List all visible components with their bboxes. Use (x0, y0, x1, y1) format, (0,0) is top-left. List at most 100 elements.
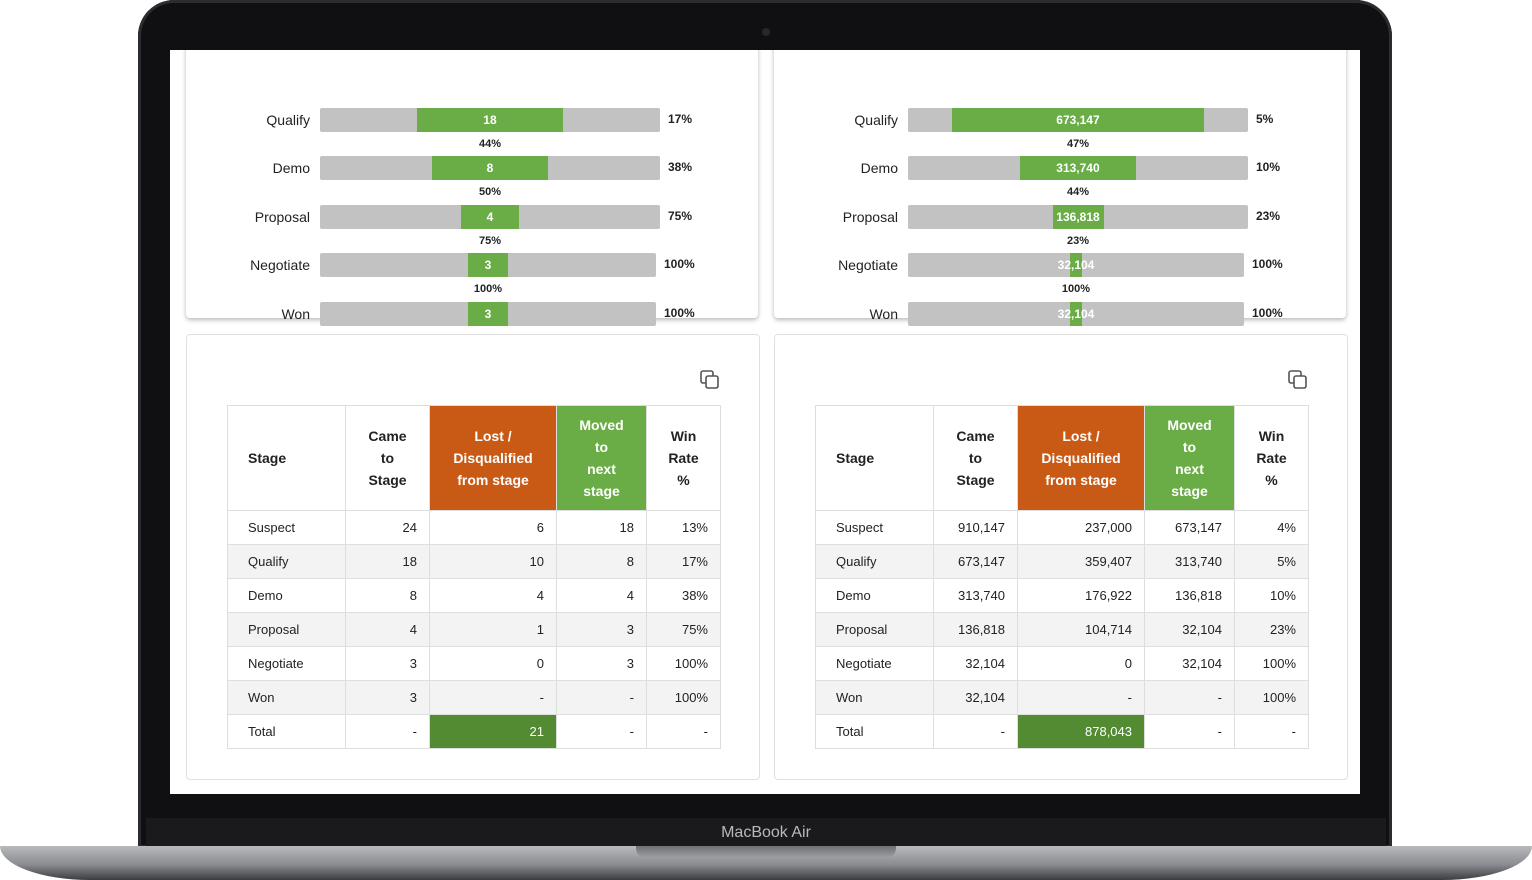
funnel-win-rate: 5% (1256, 112, 1274, 126)
table-cell-stage: Proposal (815, 612, 934, 647)
header-lost-disqualified-line: from stage (1045, 472, 1117, 488)
table-cell: 313,740 (933, 578, 1018, 613)
header-lost-disqualified-line: from stage (457, 472, 529, 488)
table-cell: - (556, 680, 647, 715)
camera-icon (762, 28, 770, 36)
table-cell: 4 (429, 578, 557, 613)
table-row: Won 3- -100% (227, 680, 721, 715)
device-label: MacBook Air (721, 824, 811, 841)
table-cell: 5% (1234, 544, 1309, 579)
table-row: Negotiate 3 0 3 100% (227, 646, 721, 681)
table-row: Won 32,104- -100% (815, 680, 1309, 715)
table-cell: 32,104 (1144, 612, 1235, 647)
funnel-stage-label: Qualify (854, 112, 898, 128)
table-row: Negotiate 32,104 0 32,104 100% (815, 646, 1309, 681)
funnel-bar[interactable]: 313,740 (1020, 156, 1136, 180)
header-came-to-stage[interactable]: Came to Stage (345, 405, 430, 511)
funnel-bar-track: 136,818 (908, 205, 1248, 229)
header-moved-to-next-stage[interactable]: Moved to next stage (556, 405, 647, 511)
funnel-win-rate: 75% (668, 209, 693, 223)
table-cell-stage: Won (227, 680, 346, 715)
header-came-to-stage-line: to (380, 450, 395, 466)
funnel-bar-track: 673,147 (908, 108, 1248, 132)
table-cell: 313,740 (1144, 544, 1235, 579)
table-cell: 100% (646, 680, 721, 715)
header-moved-to-next-stage[interactable]: Moved to next stage (1144, 405, 1235, 511)
table-cell: 8 (345, 578, 430, 613)
table-header-row: Stage Came to Stage Lost / Disqualified from s… (815, 405, 1309, 511)
copy-icon[interactable] (1287, 369, 1309, 391)
header-stage[interactable]: Stage (227, 405, 346, 511)
table-cell: 3 (556, 646, 647, 681)
table-cell: 673,147 (1144, 510, 1235, 545)
table-cell: 18 (345, 544, 430, 579)
funnel-conversion-rate: 100% (1061, 283, 1091, 295)
header-moved-to-next-stage-line: stage (1171, 483, 1208, 499)
table-cell: - (1144, 680, 1235, 715)
header-stage[interactable]: Stage (815, 405, 934, 511)
table-cell: 32,104 (933, 680, 1018, 715)
table-cell: 136,818 (1144, 578, 1235, 613)
funnel-win-rate: 17% (668, 112, 693, 126)
table-row: Proposal 136,818 104,714 32,104 23% (815, 612, 1309, 647)
header-win-rate-line: Win (1258, 428, 1285, 444)
funnel-bar[interactable]: 3 (467, 302, 509, 326)
table-cell-stage: Total (227, 714, 346, 749)
table-cell: - (646, 714, 721, 749)
funnel-table-left: Stage Came to Stage Lost / Disqualified from s… (227, 405, 721, 749)
header-lost-disqualified[interactable]: Lost / Disqualified from stage (429, 405, 557, 511)
table-cell: 10% (1234, 578, 1309, 613)
funnel-conversion-rate: 44% (1066, 186, 1090, 198)
table-cell: 878,043 (1017, 714, 1145, 749)
table-cell: 104,714 (1017, 612, 1145, 647)
table-row: Proposal 4 1 3 75% (227, 612, 721, 647)
table-cell: - (1017, 680, 1145, 715)
copy-icon[interactable] (699, 369, 721, 391)
header-win-rate-line: % (1265, 472, 1278, 488)
funnel-bar-track: 3 (320, 302, 656, 326)
header-win-rate[interactable]: Win Rate% (646, 405, 721, 511)
table-row: Suspect 24 6 18 13% (227, 510, 721, 545)
header-came-to-stage-line: Came (368, 428, 407, 444)
funnel-win-rate: 10% (1256, 160, 1281, 174)
table-cell-stage: Demo (227, 578, 346, 613)
table-cell: 0 (1017, 646, 1145, 681)
table-cell-stage: Demo (815, 578, 934, 613)
funnel-bar[interactable]: 32,104 (1058, 253, 1094, 277)
funnel-bar[interactable]: 32,104 (1058, 302, 1094, 326)
table-row: Qualify 18 10 8 17% (227, 544, 721, 579)
table-row: Qualify 673,147 359,407 313,740 5% (815, 544, 1309, 579)
funnel-bar-track: 18 (320, 108, 660, 132)
funnel-bar[interactable]: 4 (461, 205, 519, 229)
header-lost-disqualified[interactable]: Lost / Disqualified from stage (1017, 405, 1145, 511)
funnel-win-rate: 100% (1252, 306, 1283, 320)
header-lost-disqualified-line: Lost / (1062, 428, 1100, 444)
table-cell: 32,104 (933, 646, 1018, 681)
funnel-bar[interactable]: 8 (432, 156, 548, 180)
funnel-bar[interactable]: 18 (416, 108, 564, 132)
table-cell: 10 (429, 544, 557, 579)
table-cell: 4 (345, 612, 430, 647)
funnel-bar[interactable]: 3 (467, 253, 509, 277)
funnel-card-right: Qualify 673,147 5% 47% Demo 313,740 10% 44% Prop… (774, 50, 1346, 326)
funnel-bar[interactable]: 136,818 (1052, 205, 1104, 229)
funnel-card-left: Qualify 18 17% 44% Demo 8 38% 50% Proposal 4 75% 75… (186, 50, 758, 326)
funnel-bar-track: 32,104 (908, 302, 1244, 326)
table-cell: 100% (1234, 680, 1309, 715)
funnel-conversion-rate: 47% (1066, 138, 1090, 150)
table-cell: 17% (646, 544, 721, 579)
funnel-bar-track: 8 (320, 156, 660, 180)
funnel-bar[interactable]: 673,147 (952, 108, 1204, 132)
funnel-win-rate: 100% (664, 257, 695, 271)
table-cell-stage: Qualify (815, 544, 934, 579)
header-came-to-stage-line: Stage (368, 472, 407, 488)
header-came-to-stage-line: Came (956, 428, 995, 444)
header-win-rate[interactable]: Win Rate% (1234, 405, 1309, 511)
table-cell: 75% (646, 612, 721, 647)
funnel-conversion-rate: 75% (478, 235, 502, 247)
header-came-to-stage[interactable]: Came to Stage (933, 405, 1018, 511)
table-cell: 23% (1234, 612, 1309, 647)
funnel-stage-label: Negotiate (250, 257, 310, 273)
table-cell: 3 (556, 612, 647, 647)
table-row: Total -878,043- - (815, 714, 1309, 749)
